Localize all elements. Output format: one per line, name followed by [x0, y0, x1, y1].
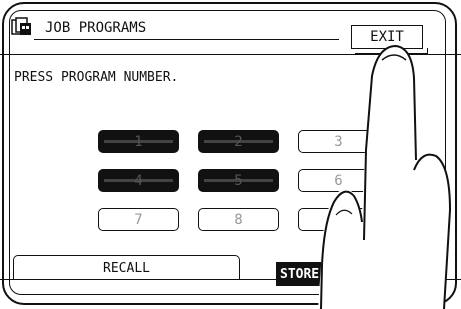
program-key-7[interactable]: 7 — [98, 208, 179, 231]
program-key-1[interactable]: 1 — [98, 130, 179, 153]
job-program-icon — [11, 17, 31, 35]
program-key-label: 6 — [334, 172, 343, 189]
program-key-label: 2 — [234, 133, 243, 150]
instruction-text: PRESS PROGRAM NUMBER. — [14, 70, 179, 85]
program-key-4[interactable]: 4 — [98, 169, 179, 192]
program-key-label: 5 — [234, 172, 243, 189]
program-key-label: 4 — [134, 172, 143, 189]
program-key-label: 3 — [334, 133, 343, 150]
exit-button[interactable]: EXIT — [351, 25, 428, 54]
title-underline — [34, 39, 339, 40]
tab-recall[interactable]: RECALL — [13, 255, 240, 280]
tab-store[interactable]: STORE — [276, 262, 444, 286]
page-title: JOB PROGRAMS — [45, 20, 147, 36]
program-key-3[interactable]: 3 — [298, 130, 379, 153]
program-key-label: 7 — [134, 211, 143, 228]
program-key-label: 1 — [134, 133, 143, 150]
program-key-label: 9 — [334, 211, 343, 228]
program-key-2[interactable]: 2 — [198, 130, 279, 153]
program-key-8[interactable]: 8 — [198, 208, 279, 231]
program-key-5[interactable]: 5 — [198, 169, 279, 192]
program-key-9[interactable]: 9 — [298, 208, 379, 231]
program-key-label: 8 — [234, 211, 243, 228]
header-divider — [0, 54, 461, 55]
program-key-6[interactable]: 6 — [298, 169, 379, 192]
